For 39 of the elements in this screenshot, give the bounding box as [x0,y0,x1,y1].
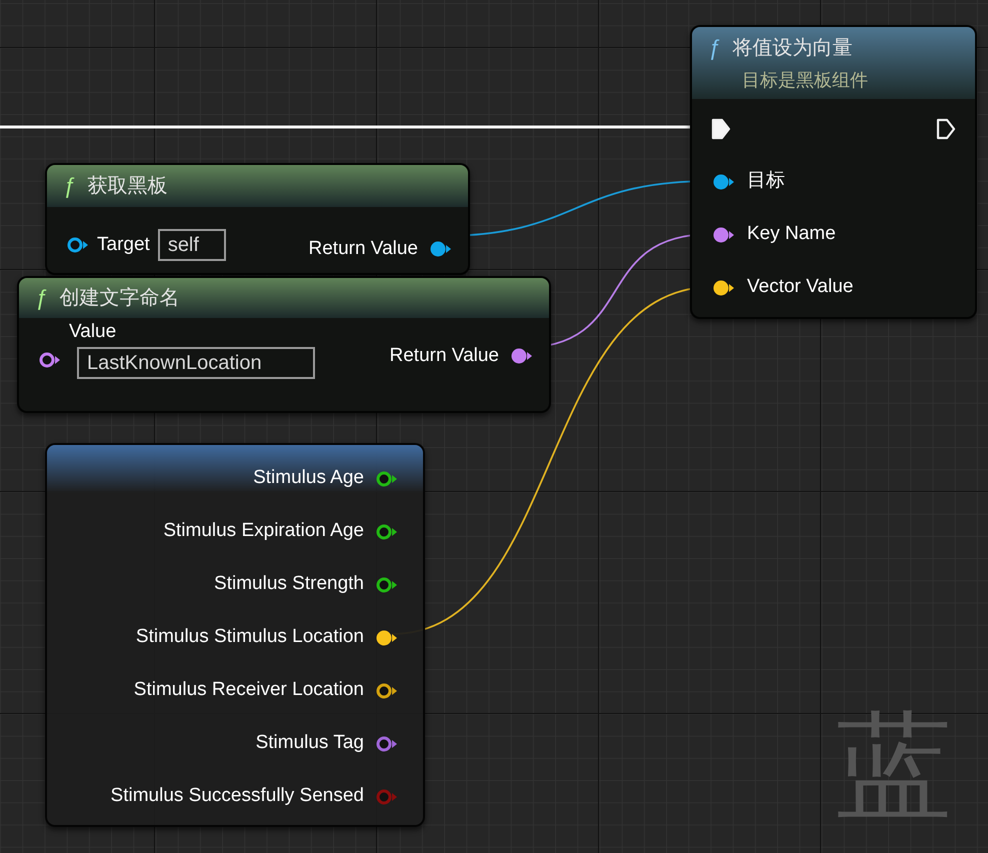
node-title: 创建文字命名 [59,286,180,311]
pin-icon[interactable] [430,240,452,258]
pin-icon[interactable] [376,576,398,594]
pin-label: Stimulus Strength [214,572,364,596]
node-title: 将值设为向量 [732,36,852,60]
pin-icon[interactable] [376,522,398,540]
pin-icon[interactable] [713,278,735,296]
pin-icon[interactable] [39,351,61,370]
function-icon: ƒ [708,36,720,58]
node-subtitle: 目标是黑板组件 [741,68,869,92]
pin-icon[interactable] [67,236,89,254]
value-field[interactable]: LastKnownLocation [77,346,315,378]
pin-label: Target [97,232,150,257]
pin-label: Key Name [747,222,836,246]
pin-label: Stimulus Stimulus Location [136,625,364,650]
pin-label: Stimulus Expiration Age [163,519,364,544]
graph-label: 蓝 [836,708,952,824]
node-title: 获取黑板 [87,174,168,199]
pin-icon[interactable] [713,226,735,244]
exec-pin-icon[interactable] [935,116,957,140]
pin-icon[interactable] [511,347,533,366]
exec-pin-icon[interactable] [710,116,732,140]
pin-label: Stimulus Tag [256,731,364,756]
pin-label: Stimulus Successfully Sensed [110,784,364,808]
pin-label: Stimulus Age [253,466,364,490]
function-icon: ƒ [35,287,48,309]
pin-label: Return Value [390,344,499,368]
pin-label: Stimulus Receiver Location [134,678,364,702]
function-icon: ƒ [63,175,76,197]
pin-icon[interactable] [376,734,398,752]
pin-label: Vector Value [747,275,854,300]
pin-label: Return Value [308,237,418,261]
pin-label: 目标 [747,169,785,194]
pin-icon[interactable] [713,172,735,190]
pin-icon[interactable] [376,470,398,488]
pin-label: Value [69,320,118,344]
pin-icon[interactable] [376,682,398,700]
value-field[interactable]: self [158,229,226,261]
pin-icon[interactable] [376,628,398,646]
